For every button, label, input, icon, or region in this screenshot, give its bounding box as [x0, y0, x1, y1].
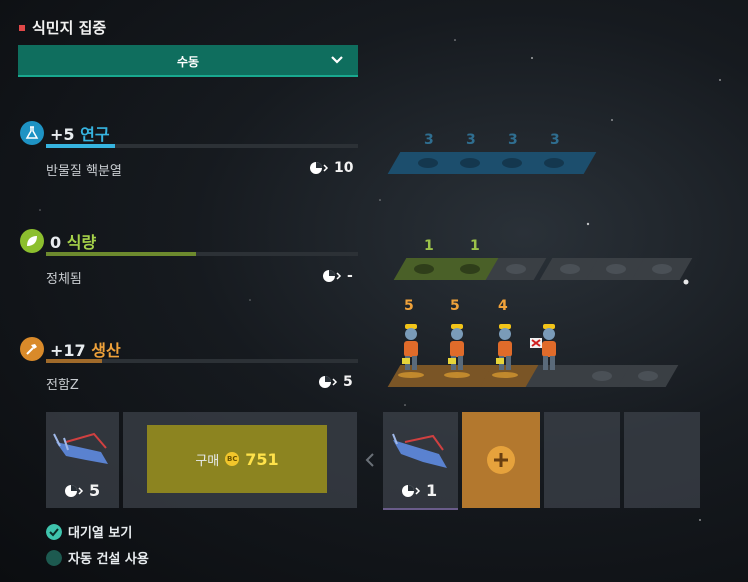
current-build-turns-value: 5	[89, 481, 101, 500]
production-amount: +17	[50, 341, 86, 360]
food-amount-title: 0 식량	[50, 229, 96, 253]
research-progress-bar	[46, 144, 358, 148]
chevron-down-icon	[331, 56, 343, 64]
research-name: 연구	[80, 125, 110, 144]
buy-label: 구매	[195, 453, 220, 469]
empty-queue-slot[interactable]	[624, 412, 700, 508]
food-name: 식량	[66, 233, 97, 252]
title-bullet	[19, 25, 25, 31]
battleship-icon	[392, 433, 447, 468]
show-queue-label: 대기열 보기	[68, 526, 133, 541]
turns-icon	[402, 484, 421, 497]
food-amount: 0	[50, 233, 62, 252]
worker-icon[interactable]	[394, 318, 428, 378]
dropdown-value: 수동	[176, 55, 200, 69]
production-subtitle: 전함Z	[46, 378, 79, 393]
turns-icon	[323, 270, 342, 282]
research-tile-label: 3	[424, 132, 434, 148]
current-build-turns: 5	[64, 481, 100, 500]
research-tile-label: 3	[550, 132, 560, 148]
chevron-left-icon[interactable]	[364, 452, 376, 468]
queued-build-turns: 1	[401, 481, 437, 500]
research-amount-title: +5 연구	[50, 121, 110, 145]
production-amount-title: +17 생산	[50, 337, 121, 361]
research-subtitle: 반물질 핵분열	[46, 164, 122, 179]
food-subtitle: 정체됨	[46, 272, 82, 287]
research-flask-icon	[20, 121, 44, 145]
add-queue-slot[interactable]	[462, 412, 540, 508]
empty-queue-slot[interactable]	[544, 412, 620, 508]
focus-dropdown[interactable]: 수동	[18, 45, 358, 77]
food-tile-label: 1	[470, 238, 480, 254]
add-icon	[487, 446, 515, 474]
production-hammer-icon	[20, 337, 44, 361]
food-progress-fill	[46, 252, 196, 256]
checkbox-checked-icon	[46, 523, 62, 540]
food-tile-label: 1	[424, 238, 434, 254]
show-queue-toggle[interactable]: 대기열 보기	[46, 522, 132, 541]
buy-cost: 751	[245, 449, 279, 469]
protesting-worker-icon[interactable]	[530, 322, 564, 382]
production-progress-bar	[46, 359, 358, 363]
turns-icon	[310, 162, 329, 174]
food-progress-bar	[46, 252, 358, 256]
buy-button[interactable]: 구매 BC 751	[147, 425, 327, 493]
auto-build-toggle[interactable]: 자동 건설 사용	[46, 548, 149, 567]
research-turns-value: 10	[334, 160, 354, 176]
production-name: 생산	[91, 341, 121, 360]
research-tile-label: 3	[466, 132, 476, 148]
research-progress-fill	[46, 144, 115, 148]
turns-icon	[319, 376, 338, 388]
bc-coin-icon: BC	[225, 452, 240, 466]
auto-build-label: 자동 건설 사용	[68, 552, 149, 567]
production-tile-label: 5	[450, 298, 460, 314]
worker-icon[interactable]	[488, 318, 522, 378]
research-turns: 10	[309, 160, 353, 176]
production-turns: 5	[318, 374, 353, 390]
production-tile-label: 5	[404, 298, 414, 314]
food-turns-value: -	[347, 268, 353, 284]
research-tile-label: 3	[508, 132, 518, 148]
production-turns-value: 5	[343, 374, 353, 390]
food-turns: -	[322, 268, 353, 284]
food-leaf-icon	[20, 229, 44, 253]
turns-icon	[65, 484, 84, 497]
current-build-card[interactable]: 5	[46, 412, 119, 508]
page-title: 식민지 집중	[32, 19, 107, 37]
queued-build-turns-value: 1	[426, 481, 438, 500]
research-amount: +5	[50, 125, 75, 144]
production-progress-fill	[46, 359, 103, 363]
production-tile-label: 4	[498, 298, 508, 314]
checkbox-unchecked-icon	[46, 549, 62, 566]
queued-build-card[interactable]: 1	[383, 412, 458, 510]
battleship-icon	[53, 432, 108, 464]
worker-icon[interactable]	[440, 318, 474, 378]
